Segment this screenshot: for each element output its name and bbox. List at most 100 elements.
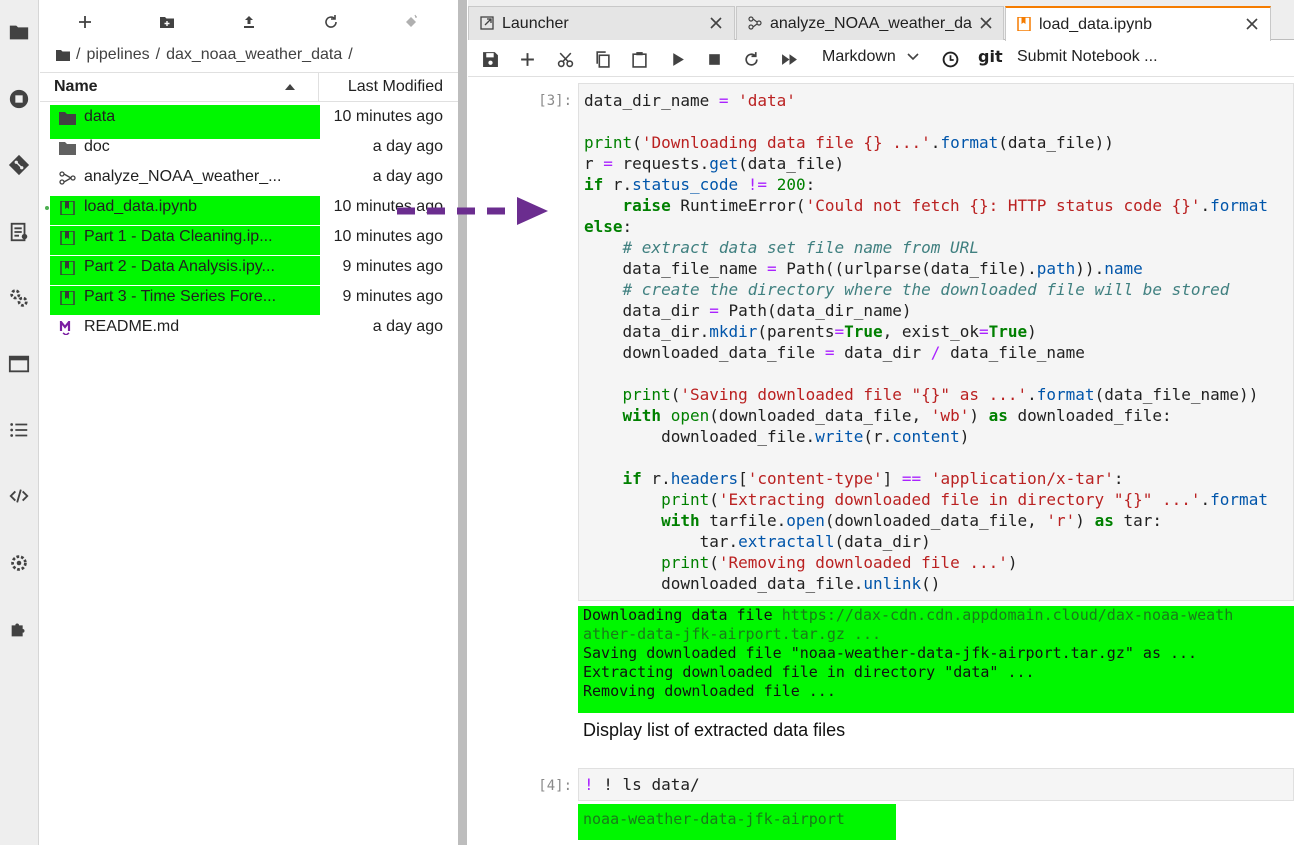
column-header-last-modified[interactable]: Last Modified bbox=[348, 78, 443, 96]
cell-output-highlighted: noaa-weather-data-jfk-airport bbox=[578, 804, 896, 840]
tab-label: analyze_NOAA_weather_da bbox=[770, 15, 972, 32]
close-icon[interactable] bbox=[708, 15, 724, 31]
file-row-pipeline[interactable]: analyze_NOAA_weather_... a day ago bbox=[40, 163, 458, 193]
breadcrumb-segment-pipelines[interactable]: pipelines bbox=[86, 46, 149, 64]
tab-launcher[interactable]: Launcher bbox=[468, 6, 735, 40]
folder-icon bbox=[59, 112, 76, 125]
upload-icon[interactable] bbox=[237, 10, 261, 34]
file-modified: 9 minutes ago bbox=[342, 258, 443, 275]
tabs-icon[interactable] bbox=[5, 350, 33, 378]
cell-prompt: [4]: bbox=[538, 778, 572, 794]
file-name: Part 2 - Data Analysis.ipy... bbox=[84, 258, 275, 275]
file-list-header: Name Last Modified bbox=[40, 72, 458, 102]
restart-run-all-fast-forward-icon[interactable] bbox=[779, 49, 799, 69]
file-row-data[interactable]: data 10 minutes ago bbox=[40, 103, 458, 139]
notebook-toolbar: Markdown git Submit Notebook ... bbox=[468, 41, 1294, 77]
file-name: load_data.ipynb bbox=[84, 198, 197, 215]
paste-clipboard-icon[interactable] bbox=[629, 49, 649, 69]
file-browser-icon[interactable] bbox=[5, 18, 33, 46]
file-modified: a day ago bbox=[372, 168, 443, 185]
extensions-puzzle-icon[interactable] bbox=[5, 615, 33, 643]
sort-ascending-icon[interactable] bbox=[285, 84, 295, 90]
folder-icon bbox=[59, 142, 76, 155]
file-row-part2[interactable]: Part 2 - Data Analysis.ipy... 9 minutes … bbox=[40, 253, 458, 285]
stop-square-icon[interactable] bbox=[704, 49, 724, 69]
file-name: README.md bbox=[84, 318, 180, 335]
file-name: Part 3 - Time Series Fore... bbox=[84, 288, 277, 305]
running-indicator-dot bbox=[45, 206, 49, 210]
file-name: doc bbox=[84, 138, 110, 155]
cell-prompt: [3]: bbox=[538, 93, 572, 109]
output-url-link-cont[interactable]: ather-data-jfk-airport.tar.gz ... bbox=[583, 625, 881, 643]
output-url-link[interactable]: https://dax-cdn.cdn.appdomain.cloud/dax-… bbox=[782, 606, 1234, 624]
file-row-part3[interactable]: Part 3 - Time Series Fore... 9 minutes a… bbox=[40, 283, 458, 315]
code-cell-editor[interactable]: ! ! ls data/ bbox=[578, 768, 1294, 801]
column-header-name[interactable]: Name bbox=[54, 78, 98, 96]
jupyterlab-window: / pipelines / dax_noaa_weather_data / Na… bbox=[0, 0, 1294, 845]
breadcrumb-segment-dax-noaa[interactable]: dax_noaa_weather_data bbox=[166, 46, 342, 64]
notebook-icon bbox=[60, 231, 75, 245]
git-diff-button[interactable]: git bbox=[978, 47, 1003, 66]
shell-command: ! ls data/ bbox=[603, 775, 700, 794]
new-launcher-plus-icon[interactable] bbox=[73, 10, 97, 34]
breadcrumb-trailing-separator: / bbox=[348, 46, 353, 63]
file-browser-panel: / pipelines / dax_noaa_weather_data / Na… bbox=[40, 0, 458, 845]
close-icon[interactable] bbox=[1244, 16, 1260, 32]
tab-load-data[interactable]: load_data.ipynb bbox=[1005, 6, 1271, 41]
runtimes-icon[interactable] bbox=[5, 284, 33, 312]
settings-gear-icon[interactable] bbox=[5, 549, 33, 577]
refresh-icon[interactable] bbox=[319, 10, 343, 34]
home-folder-icon[interactable] bbox=[56, 49, 70, 61]
table-of-contents-icon[interactable] bbox=[5, 416, 33, 444]
code-snippets-icon[interactable] bbox=[5, 482, 33, 510]
column-divider[interactable] bbox=[318, 73, 319, 101]
notebook-content[interactable]: [3]: data_dir_name = 'data' print('Downl… bbox=[468, 78, 1294, 845]
submit-notebook-button[interactable]: Submit Notebook ... bbox=[1017, 48, 1158, 66]
breadcrumb: / pipelines / dax_noaa_weather_data / bbox=[56, 44, 353, 66]
code-cell-source: ! ! ls data/ bbox=[584, 775, 700, 794]
notebook-icon bbox=[60, 201, 75, 215]
breadcrumb-separator: / bbox=[155, 46, 161, 63]
code-cell-source: data_dir_name = 'data' print('Downloadin… bbox=[584, 91, 1268, 593]
markdown-cell[interactable]: Display list of extracted data files bbox=[583, 720, 845, 741]
cell-output-highlighted: Downloading data file https://dax-cdn.cd… bbox=[578, 606, 1294, 713]
copy-icon[interactable] bbox=[592, 49, 612, 69]
tab-analyze-pipeline[interactable]: analyze_NOAA_weather_da bbox=[736, 6, 1004, 40]
code-cell-editor[interactable]: data_dir_name = 'data' print('Downloadin… bbox=[578, 83, 1294, 601]
restart-kernel-icon[interactable] bbox=[741, 49, 761, 69]
file-row-doc[interactable]: doc a day ago bbox=[40, 133, 458, 163]
file-modified: 10 minutes ago bbox=[333, 108, 443, 125]
file-name: data bbox=[84, 108, 116, 125]
new-folder-icon[interactable] bbox=[155, 10, 179, 34]
running-sessions-icon[interactable] bbox=[5, 85, 33, 113]
insert-cell-plus-icon[interactable] bbox=[517, 49, 537, 69]
close-icon[interactable] bbox=[978, 15, 994, 31]
file-modified: 9 minutes ago bbox=[342, 288, 443, 305]
chevron-down-icon[interactable] bbox=[907, 53, 919, 61]
notebook-icon bbox=[60, 261, 75, 275]
tab-label: load_data.ipynb bbox=[1039, 16, 1152, 33]
git-clone-icon[interactable] bbox=[399, 10, 423, 34]
file-row-readme[interactable]: README.md a day ago bbox=[40, 313, 458, 343]
breadcrumb-root[interactable]: / bbox=[76, 46, 80, 64]
document-tab-bar: Launcher analyze_NOAA_weather_da load_da… bbox=[468, 0, 1294, 41]
file-modified: 10 minutes ago bbox=[333, 228, 443, 245]
file-modified: a day ago bbox=[372, 138, 443, 155]
file-name: Part 1 - Data Cleaning.ip... bbox=[84, 228, 273, 245]
cut-scissors-icon[interactable] bbox=[555, 49, 575, 69]
clock-icon[interactable] bbox=[940, 49, 960, 69]
cell-type-dropdown[interactable]: Markdown bbox=[822, 48, 896, 66]
panel-splitter[interactable] bbox=[458, 0, 467, 845]
run-play-icon[interactable] bbox=[667, 49, 687, 69]
notebook-icon bbox=[1017, 17, 1031, 31]
git-icon[interactable] bbox=[5, 151, 33, 179]
save-icon[interactable] bbox=[480, 49, 500, 69]
launcher-icon bbox=[480, 16, 494, 30]
annotation-arrow-icon bbox=[397, 197, 548, 225]
output-line: Extracting downloaded file in directory … bbox=[583, 663, 1035, 681]
notebook-icon bbox=[60, 291, 75, 305]
pipeline-icon bbox=[59, 171, 76, 185]
file-browser-toolbar bbox=[40, 0, 458, 42]
activity-bar bbox=[0, 0, 39, 845]
catalog-icon[interactable] bbox=[5, 218, 33, 246]
